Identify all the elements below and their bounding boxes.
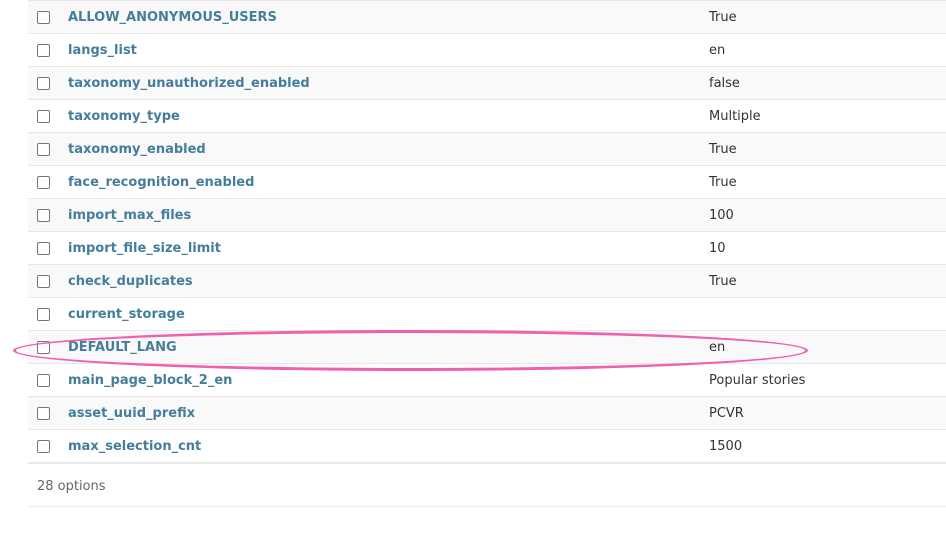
option-value: false bbox=[709, 76, 740, 91]
option-name-link[interactable]: asset_uuid_prefix bbox=[68, 397, 195, 431]
row-select-checkbox[interactable] bbox=[37, 11, 50, 24]
table-row: ALLOW_ANONYMOUS_USERS True bbox=[28, 1, 946, 34]
row-select-checkbox[interactable] bbox=[37, 110, 50, 123]
options-table: ALLOW_ANONYMOUS_USERS True langs_list en… bbox=[28, 0, 946, 464]
row-select-checkbox[interactable] bbox=[37, 308, 50, 321]
table-row: taxonomy_unauthorized_enabled false bbox=[28, 67, 946, 100]
option-value: True bbox=[709, 142, 737, 157]
row-select-checkbox[interactable] bbox=[37, 275, 50, 288]
row-select-checkbox[interactable] bbox=[37, 44, 50, 57]
option-value: 100 bbox=[709, 208, 734, 223]
option-name-link[interactable]: DEFAULT_LANG bbox=[68, 331, 177, 365]
option-name-link[interactable]: current_storage bbox=[68, 298, 185, 332]
table-row: max_selection_cnt 1500 bbox=[28, 430, 946, 463]
row-select-checkbox[interactable] bbox=[37, 407, 50, 420]
option-name-link[interactable]: main_page_block_2_en bbox=[68, 364, 232, 398]
table-row: import_file_size_limit 10 bbox=[28, 232, 946, 265]
option-name-link[interactable]: langs_list bbox=[68, 34, 137, 68]
row-select-checkbox[interactable] bbox=[37, 242, 50, 255]
option-name-link[interactable]: ALLOW_ANONYMOUS_USERS bbox=[68, 1, 277, 35]
results-footer: 28 options bbox=[28, 465, 946, 507]
option-name-link[interactable]: import_max_files bbox=[68, 199, 191, 233]
row-select-checkbox[interactable] bbox=[37, 77, 50, 90]
row-select-checkbox[interactable] bbox=[37, 143, 50, 156]
table-row: asset_uuid_prefix PCVR bbox=[28, 397, 946, 430]
option-name-link[interactable]: import_file_size_limit bbox=[68, 232, 221, 266]
option-value: Popular stories bbox=[709, 373, 806, 388]
option-value: PCVR bbox=[709, 406, 744, 421]
option-value: en bbox=[709, 43, 726, 58]
row-select-checkbox[interactable] bbox=[37, 440, 50, 453]
option-name-link[interactable]: check_duplicates bbox=[68, 265, 193, 299]
row-select-checkbox[interactable] bbox=[37, 176, 50, 189]
option-value: Multiple bbox=[709, 109, 761, 124]
option-value: True bbox=[709, 10, 737, 25]
option-name-link[interactable]: max_selection_cnt bbox=[68, 430, 201, 464]
option-value: True bbox=[709, 274, 737, 289]
option-value: 1500 bbox=[709, 439, 743, 454]
row-select-checkbox[interactable] bbox=[37, 209, 50, 222]
option-value: 10 bbox=[709, 241, 726, 256]
table-row: taxonomy_enabled True bbox=[28, 133, 946, 166]
table-row: face_recognition_enabled True bbox=[28, 166, 946, 199]
table-row: DEFAULT_LANG en bbox=[28, 331, 946, 364]
option-value: en bbox=[709, 340, 726, 355]
row-select-checkbox[interactable] bbox=[37, 374, 50, 387]
option-value: True bbox=[709, 175, 737, 190]
table-row: check_duplicates True bbox=[28, 265, 946, 298]
table-row: taxonomy_type Multiple bbox=[28, 100, 946, 133]
table-row: current_storage bbox=[28, 298, 946, 331]
option-name-link[interactable]: taxonomy_enabled bbox=[68, 133, 206, 167]
option-name-link[interactable]: taxonomy_type bbox=[68, 100, 180, 134]
table-row: import_max_files 100 bbox=[28, 199, 946, 232]
options-count: 28 options bbox=[37, 479, 106, 494]
option-name-link[interactable]: face_recognition_enabled bbox=[68, 166, 254, 200]
option-name-link[interactable]: taxonomy_unauthorized_enabled bbox=[68, 67, 310, 101]
table-row: main_page_block_2_en Popular stories bbox=[28, 364, 946, 397]
table-row: langs_list en bbox=[28, 34, 946, 67]
row-select-checkbox[interactable] bbox=[37, 341, 50, 354]
